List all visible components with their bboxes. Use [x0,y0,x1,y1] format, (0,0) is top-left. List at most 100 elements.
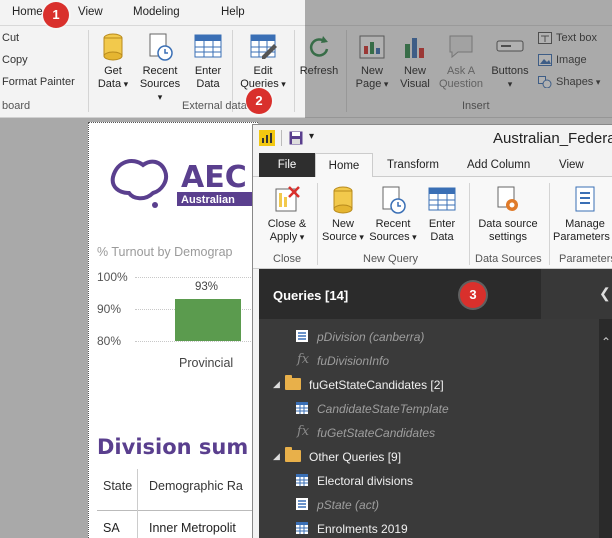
recent-sources-icon [149,33,173,61]
recent-sources-line2: Sources [138,78,182,104]
recent-sources-button[interactable]: Recent Sources [138,32,182,104]
x-category-label: Provincial [179,356,234,370]
query-group-other-queries[interactable]: ◢ Other Queries [9] [259,445,599,469]
save-icon[interactable] [289,131,303,145]
callout-1: 1 [43,2,69,28]
queries-scrollbar[interactable] [599,319,612,538]
query-item-pstate[interactable]: pState (act) [259,493,599,517]
parameters-icon [575,186,595,212]
query-item-label: fuGetStateCandidates [317,426,436,440]
power-bi-icon [259,130,275,146]
queries-pane-header: Queries [14] [259,269,541,319]
division-summary-heading: Division sum [97,435,249,459]
manage-parameters-button[interactable]: Manage Parameters [553,185,612,244]
get-data-line1: Get [104,65,122,77]
query-item-electoral-divisions[interactable]: Electoral divisions [259,469,599,493]
column-header-state[interactable]: State [103,479,132,493]
edit-queries-icon [250,34,277,59]
divider [317,183,318,265]
tab-home[interactable]: Home [12,6,43,18]
external-data-group-label: External data [182,100,247,112]
recent-sources-button[interactable]: Recent Sources [369,185,417,244]
enter-data-line1: Enter [194,65,222,77]
enter-data-line2: Data [196,78,220,90]
query-group-label: fuGetStateCandidates [2] [309,378,444,392]
expand-triangle-icon[interactable]: ◢ [273,379,280,390]
queries-list: pDivision (canberra) fx fuDivisionInfo ◢… [259,319,599,538]
bar-data-label: 93% [195,281,219,293]
y-tick-label: 100% [97,270,128,284]
close-group-label: Close [273,253,302,265]
queries-count-title: Queries [14] [273,288,349,303]
tab-view[interactable]: View [78,6,103,18]
gridline [135,277,265,278]
tab-file[interactable]: File [259,153,315,177]
data-source-gear-icon [497,186,518,211]
table-header: State Demographic Ra [97,469,267,511]
tab-view[interactable]: View [559,159,584,171]
power-query-editor-window: ▾ Australian_Federal File Home Transform… [252,124,612,538]
y-tick-label: 90% [97,302,122,316]
scroll-up-chevron-icon[interactable]: ⌃ [601,335,611,349]
tab-modeling[interactable]: Modeling [133,6,180,18]
close-apply-icon [275,186,300,212]
query-item-fudivisioninfo[interactable]: fx fuDivisionInfo [259,349,599,373]
aec-logo: AEC Australian [110,159,267,208]
table-icon [194,34,222,58]
tab-add-column[interactable]: Add Column [467,159,530,171]
aec-logo-subtext: Australian [181,194,235,206]
format-painter-label: Format Painter [2,76,75,88]
function-fx-icon: fx [297,352,310,367]
cut-button[interactable]: Cut [2,32,19,44]
expand-triangle-icon[interactable]: ◢ [273,451,280,462]
column-header-demographic[interactable]: Demographic Ra [149,479,243,493]
bar-provincial[interactable] [175,299,241,341]
tab-help[interactable]: Help [221,6,245,18]
format-painter-button[interactable]: Format Painter [2,76,75,88]
query-item-label: Enrolments 2019 [317,522,408,536]
table-icon [296,522,308,534]
close-apply-button[interactable]: Close & Apply [263,185,311,244]
query-item-fugetstatecandidates[interactable]: fx fuGetStateCandidates [259,421,599,445]
table-icon [296,402,308,414]
callout-3: 3 [460,282,486,308]
database-icon [333,186,353,214]
enter-data-line2: Data [430,231,454,243]
new-source-line1: New [331,218,354,230]
manage-parameters-line1: Manage [565,218,605,230]
folder-icon [285,447,301,462]
function-fx-icon: fx [297,424,310,439]
query-group-fugetstatecandidates[interactable]: ◢ fuGetStateCandidates [2] [259,373,599,397]
parameters-group-label: Parameters [559,253,612,265]
query-item-label: fuDivisionInfo [317,354,390,368]
query-item-pdivision[interactable]: pDivision (canberra) [259,325,599,349]
tab-home[interactable]: Home [315,153,373,178]
gridline [135,341,265,342]
new-source-button[interactable]: New Source [321,185,365,244]
enter-data-button[interactable]: Enter Data [190,32,226,91]
data-source-settings-line1: Data source [478,218,538,230]
copy-button[interactable]: Copy [2,54,28,66]
collapse-pane-chevron-icon[interactable]: ❮ [599,285,611,302]
get-data-button[interactable]: Get Data [94,32,132,91]
divider [281,130,282,146]
report-page: AEC Australian % Turnout by Demograp 100… [88,122,267,538]
quick-access-dropdown-icon[interactable]: ▾ [309,131,314,142]
recent-sources-line1: Recent [142,65,178,77]
tab-transform[interactable]: Transform [387,159,439,171]
pq-ribbon: Close & Apply Close New Source Recent So… [253,177,612,269]
dim-overlay [305,0,612,118]
database-icon [103,33,123,61]
cut-label: Cut [2,32,20,44]
enter-data-button[interactable]: Enter Data [423,185,461,244]
query-item-candidatestatetemplate[interactable]: CandidateStateTemplate [259,397,599,421]
query-item-enrolments-2019[interactable]: Enrolments 2019 [259,517,599,538]
queries-pane: Queries [14] ❮ pDivision (canberra) fx f… [259,269,612,538]
recent-sources-line1: Recent [375,218,411,230]
clipboard-group-label: board [2,100,31,112]
edit-queries-button[interactable]: Edit Queries [236,32,290,91]
data-source-settings-button[interactable]: Data source settings [473,185,543,244]
edit-queries-line1: Edit [253,65,273,77]
parameter-icon [296,330,308,342]
table-cell-state: SA [103,521,120,535]
